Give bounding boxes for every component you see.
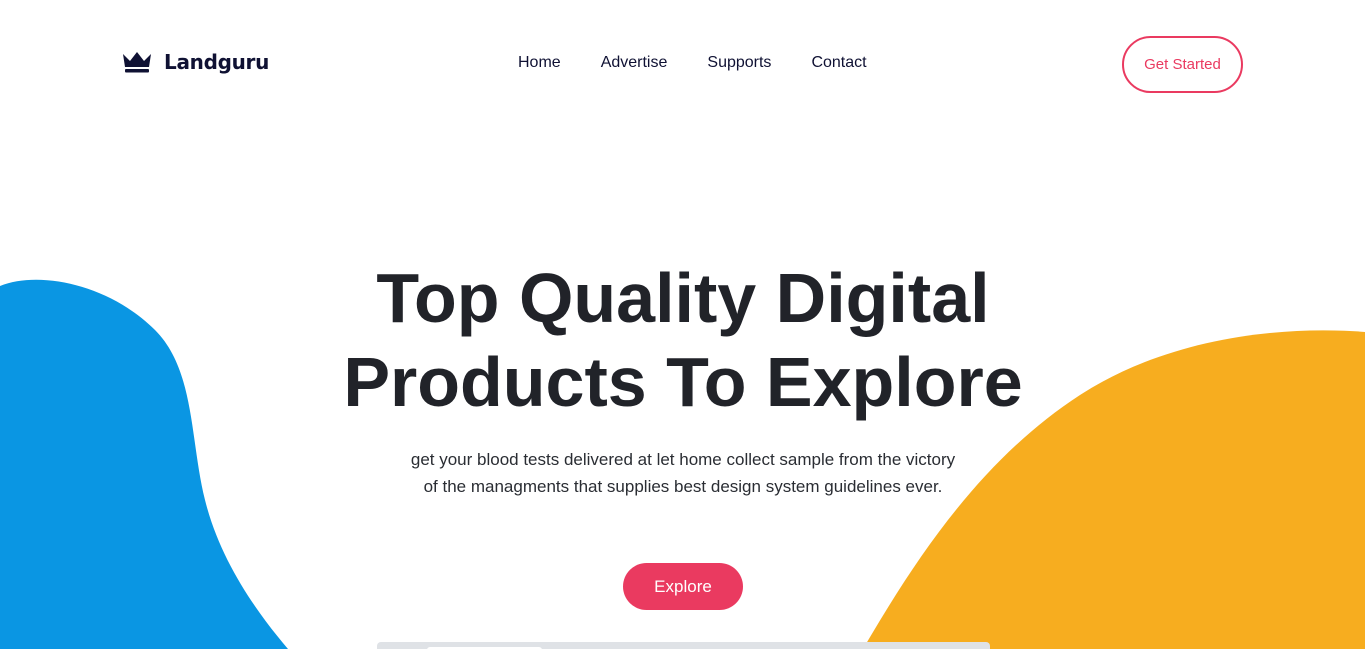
product-preview-frame bbox=[377, 642, 990, 649]
nav-item-advertise[interactable]: Advertise bbox=[601, 53, 668, 73]
nav-item-home[interactable]: Home bbox=[518, 53, 561, 73]
get-started-button[interactable]: Get Started bbox=[1122, 36, 1243, 93]
hero-subtitle: get your blood tests delivered at let ho… bbox=[410, 450, 956, 496]
brand-logo[interactable]: Landguru bbox=[122, 50, 269, 74]
hero-title: Top Quality Digital Products To Explore bbox=[343, 259, 1023, 421]
site-header: Landguru Home Advertise Supports Contact… bbox=[0, 0, 1365, 128]
nav-item-supports[interactable]: Supports bbox=[707, 53, 771, 73]
explore-button[interactable]: Explore bbox=[623, 563, 743, 610]
landing-page: Landguru Home Advertise Supports Contact… bbox=[0, 0, 1365, 649]
brand-name: Landguru bbox=[164, 50, 270, 74]
nav-item-contact[interactable]: Contact bbox=[811, 53, 866, 73]
crown-icon bbox=[123, 52, 151, 73]
main-nav: Home Advertise Supports Contact bbox=[518, 53, 867, 73]
